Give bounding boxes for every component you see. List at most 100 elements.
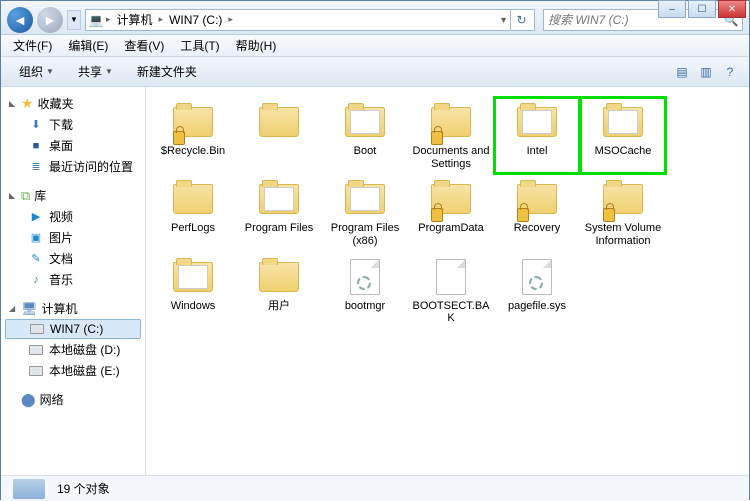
sidebar: ◣★收藏夹⬇下载■桌面≣最近访问的位置◣⧉库▶视频▣图片✎文档♪音乐◢🖥计算机W… — [1, 87, 146, 475]
file-label: Documents and Settings — [410, 145, 492, 170]
sidebar-item-icon: ⬇ — [29, 118, 43, 132]
view-options-button[interactable]: ▤ — [671, 61, 693, 83]
content-pane: $Recycle.Bin BootDocuments and SettingsIn… — [146, 87, 749, 475]
sidebar-item[interactable]: WIN7 (C:) — [5, 319, 141, 339]
sidebar-item[interactable]: ▶视频 — [1, 206, 145, 227]
chevron-right-icon: ▸ — [104, 14, 113, 25]
lock-icon — [173, 131, 185, 145]
chevron-right-icon: ▸ — [226, 14, 235, 25]
file-item[interactable]: ProgramData — [408, 174, 494, 251]
star-icon: ★ — [21, 95, 34, 112]
menu-help[interactable]: 帮助(H) — [228, 35, 285, 56]
menu-tools[interactable]: 工具(T) — [172, 35, 227, 56]
network-icon: ⬤ — [21, 392, 36, 408]
file-item[interactable]: Intel — [494, 97, 580, 174]
breadcrumb-segment[interactable]: WIN7 (C:) — [165, 13, 226, 27]
folder-icon — [517, 107, 557, 137]
sidebar-item-label: 音乐 — [49, 271, 73, 288]
sidebar-item[interactable]: ♪ 音乐 — [1, 269, 145, 290]
sidebar-item[interactable]: ✎文档 — [1, 248, 145, 269]
organize-button[interactable]: 组织▼ — [9, 60, 64, 83]
expand-icon: ◢ — [9, 304, 17, 313]
computer-icon: 💻 — [88, 12, 104, 28]
folder-icon — [345, 107, 385, 137]
sidebar-item[interactable]: ⬇下载 — [1, 114, 145, 135]
lock-icon — [517, 208, 529, 222]
lock-icon — [431, 208, 443, 222]
folder-icon — [603, 107, 643, 137]
file-label: Program Files (x86) — [324, 222, 406, 247]
breadcrumb-dropdown[interactable]: ▼ — [497, 15, 510, 25]
forward-button[interactable]: ► — [37, 7, 63, 33]
gear-icon — [357, 276, 371, 290]
chevron-down-icon: ▼ — [105, 67, 113, 76]
file-label: Windows — [171, 300, 216, 313]
maximize-button[interactable]: ☐ — [688, 0, 716, 18]
close-button[interactable]: ✕ — [718, 0, 746, 18]
file-item[interactable]: MSOCache — [580, 97, 666, 174]
sidebar-header-label: 网络 — [40, 391, 64, 408]
menu-edit[interactable]: 编辑(E) — [60, 35, 116, 56]
file-item[interactable]: Windows — [150, 252, 236, 329]
sidebar-header[interactable]: ◢🖥计算机 — [1, 298, 145, 319]
sidebar-item-label: 视频 — [49, 208, 73, 225]
preview-pane-button[interactable]: ▥ — [695, 61, 717, 83]
menu-view[interactable]: 查看(V) — [116, 35, 172, 56]
chevron-down-icon: ▼ — [46, 67, 54, 76]
file-item[interactable]: Program Files (x86) — [322, 174, 408, 251]
sidebar-item[interactable]: ≣最近访问的位置 — [1, 156, 145, 177]
sidebar-item[interactable]: ▣图片 — [1, 227, 145, 248]
lock-icon — [603, 208, 615, 222]
file-label: MSOCache — [595, 145, 652, 158]
file-icon — [350, 259, 380, 295]
file-item[interactable]: 用户 — [236, 252, 322, 329]
file-label: pagefile.sys — [508, 300, 566, 313]
sidebar-item[interactable]: ■ 桌面 — [1, 135, 145, 156]
sidebar-item-label: 本地磁盘 (D:) — [49, 341, 120, 358]
sidebar-header[interactable]: ⬤网络 — [1, 389, 145, 410]
file-item[interactable] — [236, 97, 322, 174]
sidebar-item-icon: ♪ — [29, 273, 43, 287]
menu-bar: 文件(F) 编辑(E) 查看(V) 工具(T) 帮助(H) — [1, 35, 749, 57]
file-label: $Recycle.Bin — [161, 145, 225, 158]
breadcrumb[interactable]: 💻 ▸ 计算机 ▸ WIN7 (C:) ▸ ▼ ↻ — [85, 9, 535, 31]
sidebar-item-label: 桌面 — [49, 137, 73, 154]
nav-bar: ◄ ► ▼ 💻 ▸ 计算机 ▸ WIN7 (C:) ▸ ▼ ↻ 🔍 — [1, 1, 749, 35]
file-item[interactable]: PerfLogs — [150, 174, 236, 251]
computer-icon: 🖥 — [21, 301, 38, 317]
status-bar: 19 个对象 — [1, 475, 749, 501]
sidebar-item-icon: ■ — [29, 139, 43, 153]
nav-history-dropdown[interactable]: ▼ — [67, 10, 81, 30]
file-item[interactable]: BOOTSECT.BAK — [408, 252, 494, 329]
gear-icon — [529, 276, 543, 290]
file-item[interactable]: bootmgr — [322, 252, 408, 329]
sidebar-item-label: WIN7 (C:) — [50, 322, 103, 336]
file-item[interactable]: Program Files — [236, 174, 322, 251]
file-item[interactable]: Recovery — [494, 174, 580, 251]
menu-file[interactable]: 文件(F) — [5, 35, 60, 56]
file-label: System Volume Information — [582, 222, 664, 247]
file-label: bootmgr — [345, 300, 385, 313]
file-label: BOOTSECT.BAK — [410, 300, 492, 325]
help-button[interactable]: ? — [719, 61, 741, 83]
file-item[interactable]: pagefile.sys — [494, 252, 580, 329]
sidebar-item-icon: ≣ — [29, 160, 43, 174]
file-item[interactable]: $Recycle.Bin — [150, 97, 236, 174]
file-label: 用户 — [268, 300, 290, 313]
expand-icon: ◣ — [9, 191, 17, 200]
sidebar-header[interactable]: ◣⧉库 — [1, 185, 145, 206]
lock-icon — [431, 131, 443, 145]
share-button[interactable]: 共享▼ — [68, 60, 123, 83]
file-item[interactable]: Boot — [322, 97, 408, 174]
sidebar-header[interactable]: ◣★收藏夹 — [1, 93, 145, 114]
breadcrumb-segment[interactable]: 计算机 — [113, 11, 157, 28]
file-item[interactable]: System Volume Information — [580, 174, 666, 251]
new-folder-button[interactable]: 新建文件夹 — [127, 60, 207, 83]
file-item[interactable]: Documents and Settings — [408, 97, 494, 174]
refresh-button[interactable]: ↻ — [510, 9, 532, 31]
sidebar-item[interactable]: 本地磁盘 (D:) — [1, 339, 145, 360]
minimize-button[interactable]: – — [658, 0, 686, 18]
back-button[interactable]: ◄ — [7, 7, 33, 33]
status-count: 19 个对象 — [57, 480, 110, 497]
sidebar-item[interactable]: 本地磁盘 (E:) — [1, 360, 145, 381]
